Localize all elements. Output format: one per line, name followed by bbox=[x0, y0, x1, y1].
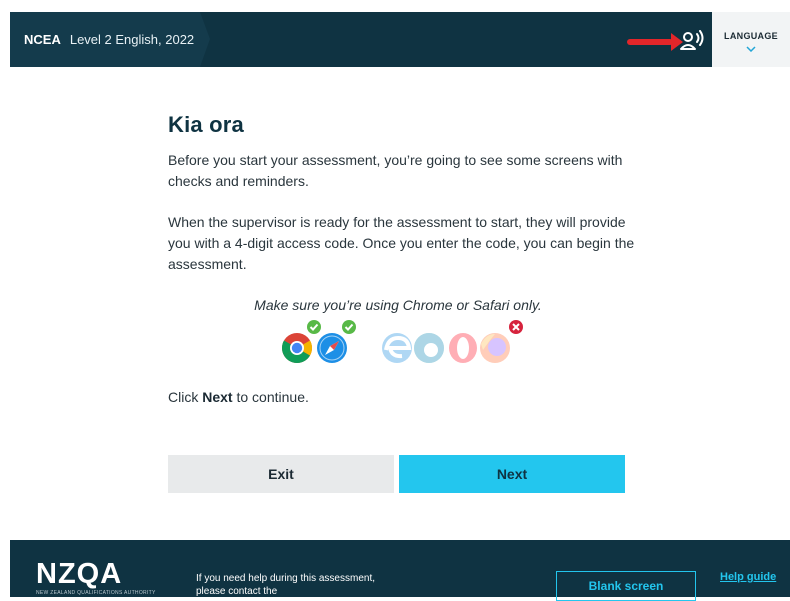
ncea-brand: NCEA bbox=[24, 32, 61, 47]
browser-support-graphic bbox=[281, 320, 523, 364]
language-label: LANGUAGE bbox=[724, 31, 778, 41]
assessment-breadcrumb: NCEA Level 2 English, 2022 bbox=[10, 12, 210, 67]
access-code-paragraph: When the supervisor is ready for the ass… bbox=[168, 214, 635, 272]
safari-icon bbox=[317, 333, 347, 363]
cross-badge-icon bbox=[509, 320, 523, 334]
nzqa-logo-subtitle: NEW ZEALAND QUALIFICATIONS AUTHORITY bbox=[36, 590, 156, 596]
next-button[interactable]: Next bbox=[399, 455, 625, 493]
firefox-icon bbox=[480, 333, 510, 363]
red-arrow-annotation bbox=[627, 33, 683, 51]
help-guide-link[interactable]: Help guide bbox=[720, 571, 776, 583]
check-badge-icon bbox=[342, 320, 356, 334]
next-keyword: Next bbox=[202, 389, 233, 405]
assessment-title: Level 2 English, 2022 bbox=[69, 32, 195, 47]
edge-icon bbox=[414, 333, 444, 363]
audio-read-aloud-button[interactable] bbox=[678, 28, 708, 54]
continue-instruction: Click Next to continue. bbox=[168, 389, 309, 405]
opera-icon bbox=[449, 333, 477, 363]
help-contact-text: If you need help during this assessment,… bbox=[196, 573, 375, 597]
intro-paragraph: Before you start your assessment, you’re… bbox=[168, 152, 623, 189]
edge-legacy-icon bbox=[382, 333, 412, 363]
exit-button[interactable]: Exit bbox=[168, 455, 394, 493]
chevron-down-icon bbox=[746, 46, 756, 52]
check-badge-icon bbox=[307, 320, 321, 334]
language-selector[interactable]: LANGUAGE bbox=[712, 12, 790, 67]
nzqa-logo: NZQA bbox=[36, 558, 123, 590]
browser-requirement-note: Make sure you’re using Chrome or Safari … bbox=[254, 297, 542, 313]
top-bar: NCEA Level 2 English, 2022 LANGUAGE bbox=[10, 12, 790, 67]
welcome-content: Kia ora Before you start your assessment… bbox=[168, 112, 648, 295]
audio-person-icon bbox=[680, 30, 704, 50]
footer: NZQA NEW ZEALAND QUALIFICATIONS AUTHORIT… bbox=[10, 540, 790, 601]
page-title: Kia ora bbox=[168, 112, 244, 137]
chrome-icon bbox=[281, 333, 313, 364]
